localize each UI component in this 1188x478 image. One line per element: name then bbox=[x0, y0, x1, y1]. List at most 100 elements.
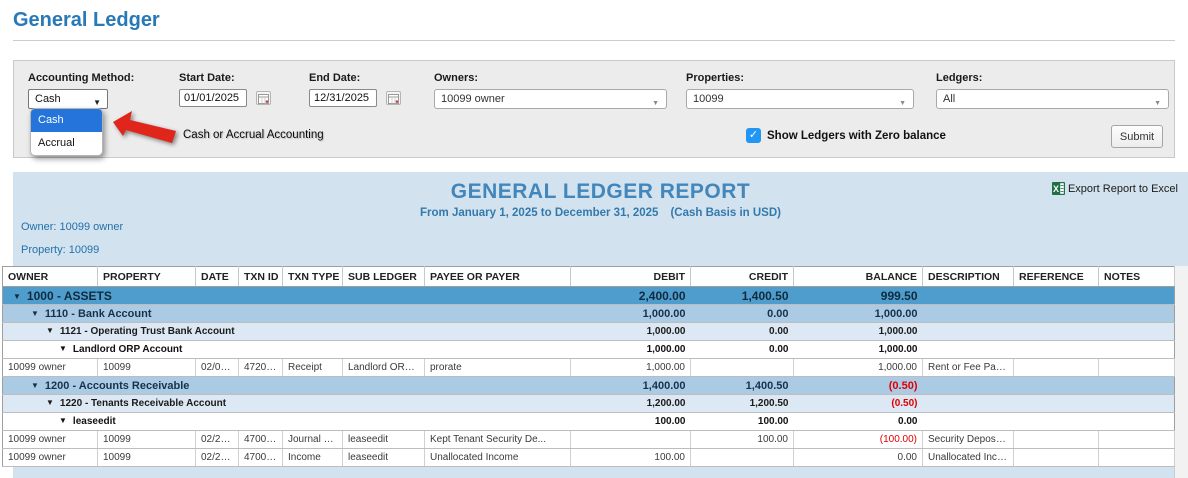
ledger-detail-row: 10099 owner1009902/01/202547203646Receip… bbox=[3, 359, 1175, 377]
ledger-detail-row: 10099 owner1009902/26/202547002285Journa… bbox=[3, 431, 1175, 449]
calendar-icon bbox=[258, 94, 269, 104]
group-debit: 1,200.00 bbox=[571, 395, 691, 413]
group-balance: 1,000.00 bbox=[794, 305, 923, 323]
ledger-cell bbox=[1099, 449, 1175, 467]
column-header-date: DATE bbox=[196, 267, 239, 287]
owners-select[interactable]: 10099 owner ▼ bbox=[434, 89, 667, 109]
ledger-cell bbox=[1014, 449, 1099, 467]
dropdown-option-cash[interactable]: Cash bbox=[31, 109, 102, 132]
owner-meta-label: Owner: bbox=[21, 221, 56, 233]
ledger-cell: Income bbox=[283, 449, 343, 467]
ledger-cell bbox=[1099, 431, 1175, 449]
ledger-cell: 47203646 bbox=[239, 359, 283, 377]
ledger-cell: (100.00) bbox=[794, 431, 923, 449]
group-label-cell: ▼1110 - Bank Account bbox=[3, 305, 571, 323]
group-credit: 100.00 bbox=[691, 413, 794, 431]
ledger-cell: 10099 owner bbox=[3, 449, 98, 467]
group-label: Landlord ORP Account bbox=[73, 344, 182, 355]
collapse-triangle-icon[interactable]: ▼ bbox=[13, 292, 21, 301]
ledger-cell bbox=[691, 359, 794, 377]
column-header-sub-ledger: SUB LEDGER bbox=[343, 267, 425, 287]
ledger-cell: Security Deposit Forf... bbox=[923, 431, 1014, 449]
zero-balance-checkbox[interactable]: ✓ bbox=[746, 128, 761, 143]
column-header-credit: CREDIT bbox=[691, 267, 794, 287]
collapse-triangle-icon[interactable]: ▼ bbox=[46, 398, 54, 407]
group-debit: 1,000.00 bbox=[571, 305, 691, 323]
collapse-triangle-icon[interactable]: ▼ bbox=[31, 309, 39, 318]
ledger-group-row[interactable]: ▼ 1200 - Accounts Receivable 1,400.001,400… bbox=[3, 377, 1175, 395]
accounting-method-select[interactable]: Cash ▼ bbox=[28, 89, 108, 109]
ledgers-label: Ledgers: bbox=[936, 72, 982, 84]
ledger-table: OWNERPROPERTYDATETXN IDTXN TYPESUB LEDGE… bbox=[2, 266, 1175, 467]
ledger-cell bbox=[571, 431, 691, 449]
ledger-cell: 10099 bbox=[98, 431, 196, 449]
ledger-cell: 10099 bbox=[98, 449, 196, 467]
group-tail-cell bbox=[923, 287, 1175, 305]
ledger-group-row[interactable]: ▼1000 - ASSETS2,400.001,400.50999.50 bbox=[3, 287, 1175, 305]
ledger-group-row[interactable]: ▼leaseedit100.00100.000.00 bbox=[3, 413, 1175, 431]
column-header-description: DESCRIPTION bbox=[923, 267, 1014, 287]
group-credit: 1,400.50 bbox=[691, 287, 794, 305]
collapse-triangle-icon[interactable]: ▼ bbox=[59, 344, 67, 353]
ledger-cell: leaseedit bbox=[343, 431, 425, 449]
end-date-calendar-button[interactable] bbox=[386, 91, 401, 105]
svg-text:X: X bbox=[1053, 184, 1059, 194]
group-credit: 0.00 bbox=[691, 341, 794, 359]
start-date-input[interactable] bbox=[179, 89, 247, 107]
export-to-excel-link[interactable]: X Export Report to Excel bbox=[1052, 182, 1178, 195]
page-title: General Ledger bbox=[13, 9, 160, 32]
ledgers-select[interactable]: All ▼ bbox=[936, 89, 1169, 109]
group-debit: 2,400.00 bbox=[571, 287, 691, 305]
report-title: GENERAL LEDGER REPORT bbox=[13, 180, 1188, 204]
ledger-group-row[interactable]: ▼1110 - Bank Account1,000.000.001,000.00 bbox=[3, 305, 1175, 323]
properties-select[interactable]: 10099 ▼ bbox=[686, 89, 914, 109]
group-label-cell: ▼1000 - ASSETS bbox=[3, 287, 571, 305]
group-tail-cell bbox=[923, 413, 1175, 431]
column-header-payee-or-payer: PAYEE OR PAYER bbox=[425, 267, 571, 287]
owners-label: Owners: bbox=[434, 72, 478, 84]
group-debit: 100.00 bbox=[571, 413, 691, 431]
collapse-triangle-icon[interactable]: ▼ bbox=[59, 416, 67, 425]
ledger-group-row[interactable]: ▼1220 - Tenants Receivable Account1,200.… bbox=[3, 395, 1175, 413]
ledger-cell: Rent or Fee Payment ... bbox=[923, 359, 1014, 377]
group-debit: 1,000.00 bbox=[571, 341, 691, 359]
end-date-input[interactable] bbox=[309, 89, 377, 107]
properties-value: 10099 bbox=[693, 93, 724, 105]
ledger-cell: 47002285 bbox=[239, 449, 283, 467]
group-tail-cell bbox=[923, 323, 1175, 341]
group-credit: 0.00 bbox=[691, 305, 794, 323]
group-credit: 1,200.50 bbox=[691, 395, 794, 413]
collapse-triangle-icon[interactable]: ▼ bbox=[31, 381, 39, 390]
group-credit: 1,400.50 bbox=[691, 377, 794, 395]
group-label-cell: ▼1220 - Tenants Receivable Account bbox=[3, 395, 571, 413]
accounting-method-dropdown: Cash Accrual bbox=[30, 108, 103, 156]
start-date-label: Start Date: bbox=[179, 72, 235, 84]
start-date-calendar-button[interactable] bbox=[256, 91, 271, 105]
submit-button[interactable]: Submit bbox=[1111, 125, 1163, 148]
group-label: 1200 - Accounts Receivable bbox=[45, 380, 190, 392]
report-property-line: Property: 10099 bbox=[21, 244, 99, 256]
group-label: leaseedit bbox=[73, 416, 116, 427]
collapse-triangle-icon[interactable]: ▼ bbox=[46, 326, 54, 335]
group-tail-cell bbox=[923, 305, 1175, 323]
ledger-cell: Landlord ORP Account bbox=[343, 359, 425, 377]
ledger-cell: Unallocated Income a... bbox=[923, 449, 1014, 467]
group-label-cell: ▼ leaseedit bbox=[3, 413, 571, 431]
ledger-cell: Receipt bbox=[283, 359, 343, 377]
chevron-down-icon: ▼ bbox=[1154, 95, 1161, 113]
checkmark-icon: ✓ bbox=[749, 129, 758, 141]
group-label-cell: ▼ 1200 - Accounts Receivable bbox=[3, 377, 571, 395]
group-label-cell: ▼ Landlord ORP Account bbox=[3, 341, 571, 359]
ledger-group-row[interactable]: ▼1121 - Operating Trust Bank Account1,00… bbox=[3, 323, 1175, 341]
property-meta-value: 10099 bbox=[69, 244, 100, 256]
ledger-table-body: ▼1000 - ASSETS2,400.001,400.50999.50▼111… bbox=[3, 287, 1175, 467]
column-header-reference: REFERENCE bbox=[1014, 267, 1099, 287]
group-debit: 1,400.00 bbox=[571, 377, 691, 395]
ledger-group-row[interactable]: ▼Landlord ORP Account1,000.000.001,000.0… bbox=[3, 341, 1175, 359]
group-balance: 999.50 bbox=[794, 287, 923, 305]
annotation-text: Cash or Accrual Accounting bbox=[183, 129, 324, 141]
dropdown-option-accrual[interactable]: Accrual bbox=[31, 132, 102, 155]
ledger-cell: 47002285 bbox=[239, 431, 283, 449]
vertical-scrollbar[interactable] bbox=[1174, 266, 1188, 478]
ledger-cell: Unallocated Income bbox=[425, 449, 571, 467]
